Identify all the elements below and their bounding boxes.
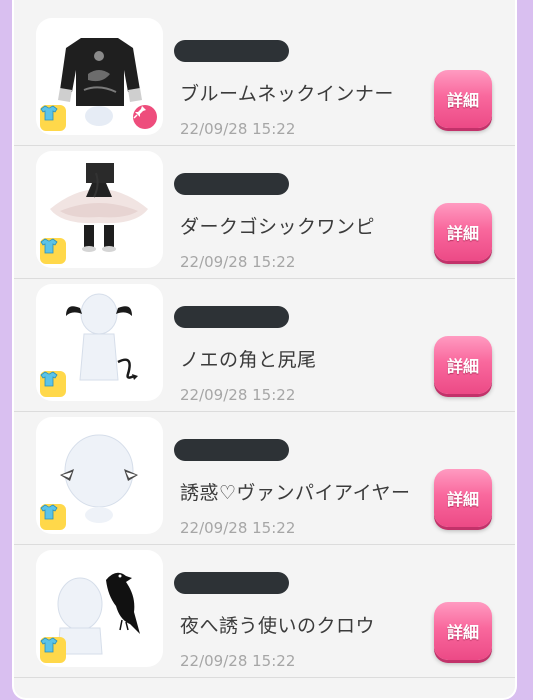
item-name: 夜へ誘う使いのクロウ bbox=[180, 615, 376, 637]
pin-icon bbox=[133, 105, 157, 129]
detail-button[interactable]: 詳細 bbox=[434, 70, 492, 128]
list-item[interactable]: ノエの角と尻尾 22/09/28 15:22 詳細 bbox=[14, 278, 515, 412]
shirt-category-icon bbox=[40, 371, 66, 397]
detail-button[interactable]: 詳細 bbox=[434, 469, 492, 527]
item-name: ノエの角と尻尾 bbox=[180, 349, 317, 371]
item-name: ブルームネックインナー bbox=[180, 83, 394, 105]
item-name: 誘惑♡ヴァンパイアイヤー bbox=[180, 482, 411, 504]
list-item[interactable]: 夜へ誘う使いのクロウ 22/09/28 15:22 詳細 bbox=[14, 544, 515, 678]
item-date: 22/09/28 15:22 bbox=[180, 652, 296, 670]
shirt-category-icon bbox=[40, 637, 66, 663]
item-thumbnail bbox=[36, 151, 163, 268]
item-date: 22/09/28 15:22 bbox=[180, 519, 296, 537]
item-thumbnail bbox=[36, 417, 163, 534]
item-date: 22/09/28 15:22 bbox=[180, 386, 296, 404]
item-date: 22/09/28 15:22 bbox=[180, 120, 296, 138]
list-item[interactable]: ダークゴシックワンピ 22/09/28 15:22 詳細 bbox=[14, 145, 515, 279]
detail-button[interactable]: 詳細 bbox=[434, 203, 492, 261]
item-thumbnail bbox=[36, 18, 163, 135]
redacted-author bbox=[174, 173, 289, 195]
redacted-author bbox=[174, 306, 289, 328]
shirt-category-icon bbox=[40, 105, 66, 131]
item-thumbnail bbox=[36, 284, 163, 401]
item-thumbnail bbox=[36, 550, 163, 667]
shirt-category-icon bbox=[40, 238, 66, 264]
list-item[interactable]: ブルームネックインナー 22/09/28 15:22 詳細 bbox=[14, 12, 515, 146]
redacted-author bbox=[174, 572, 289, 594]
detail-button[interactable]: 詳細 bbox=[434, 602, 492, 660]
item-date: 22/09/28 15:22 bbox=[180, 253, 296, 271]
shirt-category-icon bbox=[40, 504, 66, 530]
item-name: ダークゴシックワンピ bbox=[180, 216, 376, 238]
list-item[interactable]: 誘惑♡ヴァンパイアイヤー 22/09/28 15:22 詳細 bbox=[14, 411, 515, 545]
detail-button[interactable]: 詳細 bbox=[434, 336, 492, 394]
item-list-panel: ブルームネックインナー 22/09/28 15:22 詳細 ダークゴシックワンピ bbox=[12, 0, 517, 700]
redacted-author bbox=[174, 439, 289, 461]
redacted-author bbox=[174, 40, 289, 62]
